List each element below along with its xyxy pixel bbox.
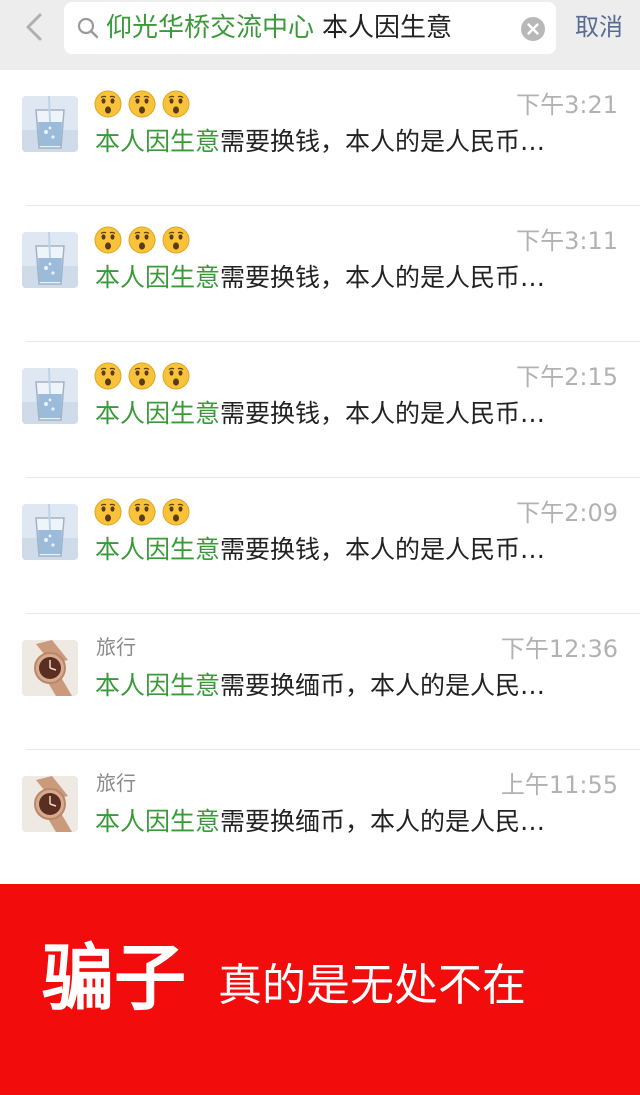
message-preview: 本人因生意需要换缅币，本人的是人民… <box>95 805 545 839</box>
sender-name-emojis <box>94 226 190 256</box>
surprised-emoji-icon <box>128 226 156 254</box>
result-row[interactable]: 旅行 上午11:55 本人因生意需要换缅币，本人的是人民… <box>0 750 640 886</box>
message-time: 下午3:11 <box>516 227 618 255</box>
result-row[interactable]: 下午2:15 本人因生意需要换钱，本人的是人民币… <box>0 342 640 478</box>
surprised-emoji-icon <box>162 226 190 254</box>
message-preview: 本人因生意需要换缅币，本人的是人民… <box>95 669 545 703</box>
warning-banner: 骗子 真的是无处不在 <box>0 884 640 1095</box>
surprised-emoji-icon <box>128 498 156 526</box>
result-row[interactable]: 下午2:09 本人因生意需要换钱，本人的是人民币… <box>0 478 640 614</box>
surprised-emoji-icon <box>94 90 122 118</box>
message-rest: 需要换钱，本人的是人民币… <box>220 127 546 156</box>
search-group-tag: 仰光华桥交流中心 <box>106 13 315 43</box>
cancel-button[interactable]: 取消 <box>575 12 623 42</box>
message-rest: 需要换钱，本人的是人民币… <box>220 535 546 564</box>
avatar-water-glass-icon <box>22 232 78 288</box>
message-time: 下午2:09 <box>516 499 618 527</box>
matched-keyword: 本人因生意 <box>95 399 221 428</box>
surprised-emoji-icon <box>94 498 122 526</box>
surprised-emoji-icon <box>94 226 122 254</box>
surprised-emoji-icon <box>162 362 190 390</box>
message-time: 上午11:55 <box>500 771 618 799</box>
surprised-emoji-icon <box>162 90 190 118</box>
sender-name: 旅行 <box>96 635 136 659</box>
clear-icon[interactable] <box>520 16 546 42</box>
surprised-emoji-icon <box>128 362 156 390</box>
surprised-emoji-icon <box>162 498 190 526</box>
sender-name-emojis <box>94 362 190 392</box>
message-rest: 需要换缅币，本人的是人民… <box>220 671 546 700</box>
matched-keyword: 本人因生意 <box>95 127 221 156</box>
message-rest: 需要换缅币，本人的是人民… <box>220 807 546 836</box>
message-time: 下午2:15 <box>516 363 618 391</box>
message-preview: 本人因生意需要换钱，本人的是人民币… <box>95 533 545 567</box>
avatar-water-glass-icon <box>22 368 78 424</box>
search-header: 仰光华桥交流中心 本人因生意 取消 <box>0 0 640 70</box>
matched-keyword: 本人因生意 <box>95 263 221 292</box>
search-input[interactable]: 仰光华桥交流中心 本人因生意 <box>64 2 556 54</box>
sender-name-emojis <box>94 90 190 120</box>
matched-keyword: 本人因生意 <box>95 535 221 564</box>
banner-subline: 真的是无处不在 <box>218 960 526 1011</box>
message-preview: 本人因生意需要换钱，本人的是人民币… <box>95 261 545 295</box>
avatar-water-glass-icon <box>22 96 78 152</box>
message-preview: 本人因生意需要换钱，本人的是人民币… <box>95 397 545 431</box>
sender-name-emojis <box>94 498 190 528</box>
search-query: 本人因生意 <box>322 13 453 43</box>
message-rest: 需要换钱，本人的是人民币… <box>220 399 546 428</box>
surprised-emoji-icon <box>94 362 122 390</box>
message-time: 下午12:36 <box>500 635 618 663</box>
message-rest: 需要换钱，本人的是人民币… <box>220 263 546 292</box>
result-row[interactable]: 下午3:21 本人因生意需要换钱，本人的是人民币… <box>0 70 640 206</box>
message-preview: 本人因生意需要换钱，本人的是人民币… <box>95 125 545 159</box>
banner-headline: 骗子 <box>42 936 187 1020</box>
avatar-water-glass-icon <box>22 504 78 560</box>
sender-name: 旅行 <box>96 771 136 795</box>
matched-keyword: 本人因生意 <box>95 671 221 700</box>
avatar-watch-icon <box>22 776 78 832</box>
result-row[interactable]: 下午3:11 本人因生意需要换钱，本人的是人民币… <box>0 206 640 342</box>
back-chevron-icon[interactable] <box>20 12 50 42</box>
search-text: 仰光华桥交流中心 本人因生意 <box>106 12 452 44</box>
search-results-list: 下午3:21 本人因生意需要换钱，本人的是人民币… 下午3:11 本人因生意需要换钱… <box>0 70 640 886</box>
message-time: 下午3:21 <box>516 91 618 119</box>
result-row[interactable]: 旅行 下午12:36 本人因生意需要换缅币，本人的是人民… <box>0 614 640 750</box>
avatar-watch-icon <box>22 640 78 696</box>
search-icon <box>77 17 99 39</box>
matched-keyword: 本人因生意 <box>95 807 221 836</box>
surprised-emoji-icon <box>128 90 156 118</box>
